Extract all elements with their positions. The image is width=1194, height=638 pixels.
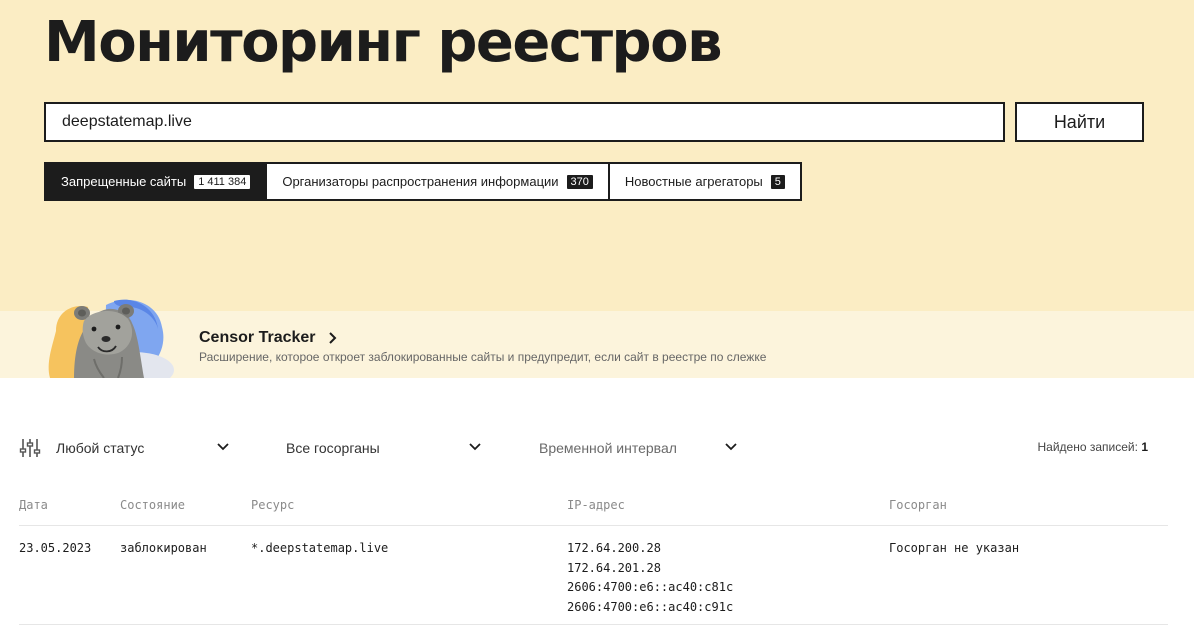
tab-label: Новостные агрегаторы (624, 174, 763, 189)
status-filter-label: Любой статус (56, 440, 145, 456)
censor-tracker-banner[interactable] (0, 311, 1194, 378)
sliders-icon[interactable] (19, 437, 41, 459)
promo-title[interactable]: Censor Tracker (199, 329, 316, 347)
column-header-status[interactable]: Состояние (120, 498, 185, 512)
column-header-date[interactable]: Дата (19, 498, 48, 512)
tab-count-badge: 370 (566, 174, 593, 189)
quokka-illustration (44, 297, 178, 378)
ip-address: 2606:4700:e6::ac40:c81c (567, 580, 734, 594)
tab-label: Запрещенные сайты (61, 174, 187, 189)
tab-forbidden-sites[interactable]: Запрещенные сайты 1 411 384 (46, 164, 266, 199)
column-header-ip[interactable]: IP-адрес (567, 498, 625, 512)
results-count: Найдено записей: 1 (1038, 440, 1148, 454)
agency-filter-label: Все госорганы (286, 440, 380, 456)
table-row-divider (19, 624, 1168, 625)
tab-label: Организаторы распространения информации (282, 174, 559, 189)
ip-address: 172.64.200.28 (567, 541, 661, 555)
chevron-down-icon (468, 440, 482, 454)
chevron-down-icon (216, 440, 230, 454)
registry-tabs: Запрещенные сайты 1 411 384 Организаторы… (44, 162, 802, 201)
cell-status: заблокирован (120, 541, 207, 555)
results-count-value: 1 (1141, 440, 1148, 454)
tab-count-badge: 1 411 384 (194, 174, 251, 189)
table-header-divider (19, 525, 1168, 526)
cell-date: 23.05.2023 (19, 541, 92, 555)
cell-resource[interactable]: *.deepstatemap.live (251, 539, 388, 559)
agency-filter[interactable]: Все госорганы (286, 437, 484, 459)
cell-agency: Госорган не указан (889, 541, 1020, 555)
quokka-illustration-svg (48, 299, 174, 378)
chevron-right-icon[interactable] (327, 330, 339, 351)
search-button[interactable]: Найти (1015, 102, 1144, 142)
column-header-resource[interactable]: Ресурс (251, 498, 294, 512)
search-input[interactable] (44, 102, 1005, 142)
ip-address: 2606:4700:e6::ac40:c91c (567, 599, 734, 614)
tab-news-aggregators[interactable]: Новостные агрегаторы 5 (607, 164, 800, 199)
status-filter[interactable]: Любой статус (56, 437, 231, 459)
results-count-label: Найдено записей: (1037, 440, 1138, 454)
promo-description: Расширение, которое откроет заблокирован… (199, 350, 767, 364)
tab-info-distributors[interactable]: Организаторы распространения информации … (265, 164, 608, 199)
interval-filter[interactable]: Временной интервал (539, 437, 741, 459)
tab-count-badge: 5 (770, 174, 785, 189)
interval-filter-label: Временной интервал (539, 440, 677, 456)
ip-address: 172.64.201.28 (567, 560, 661, 575)
chevron-down-icon (724, 440, 738, 454)
cell-ip-list: 172.64.200.28 172.64.201.28 2606:4700:e6… (567, 539, 733, 617)
page-title: Мониторинг реестров (44, 10, 723, 75)
column-header-agency[interactable]: Госорган (889, 498, 947, 512)
